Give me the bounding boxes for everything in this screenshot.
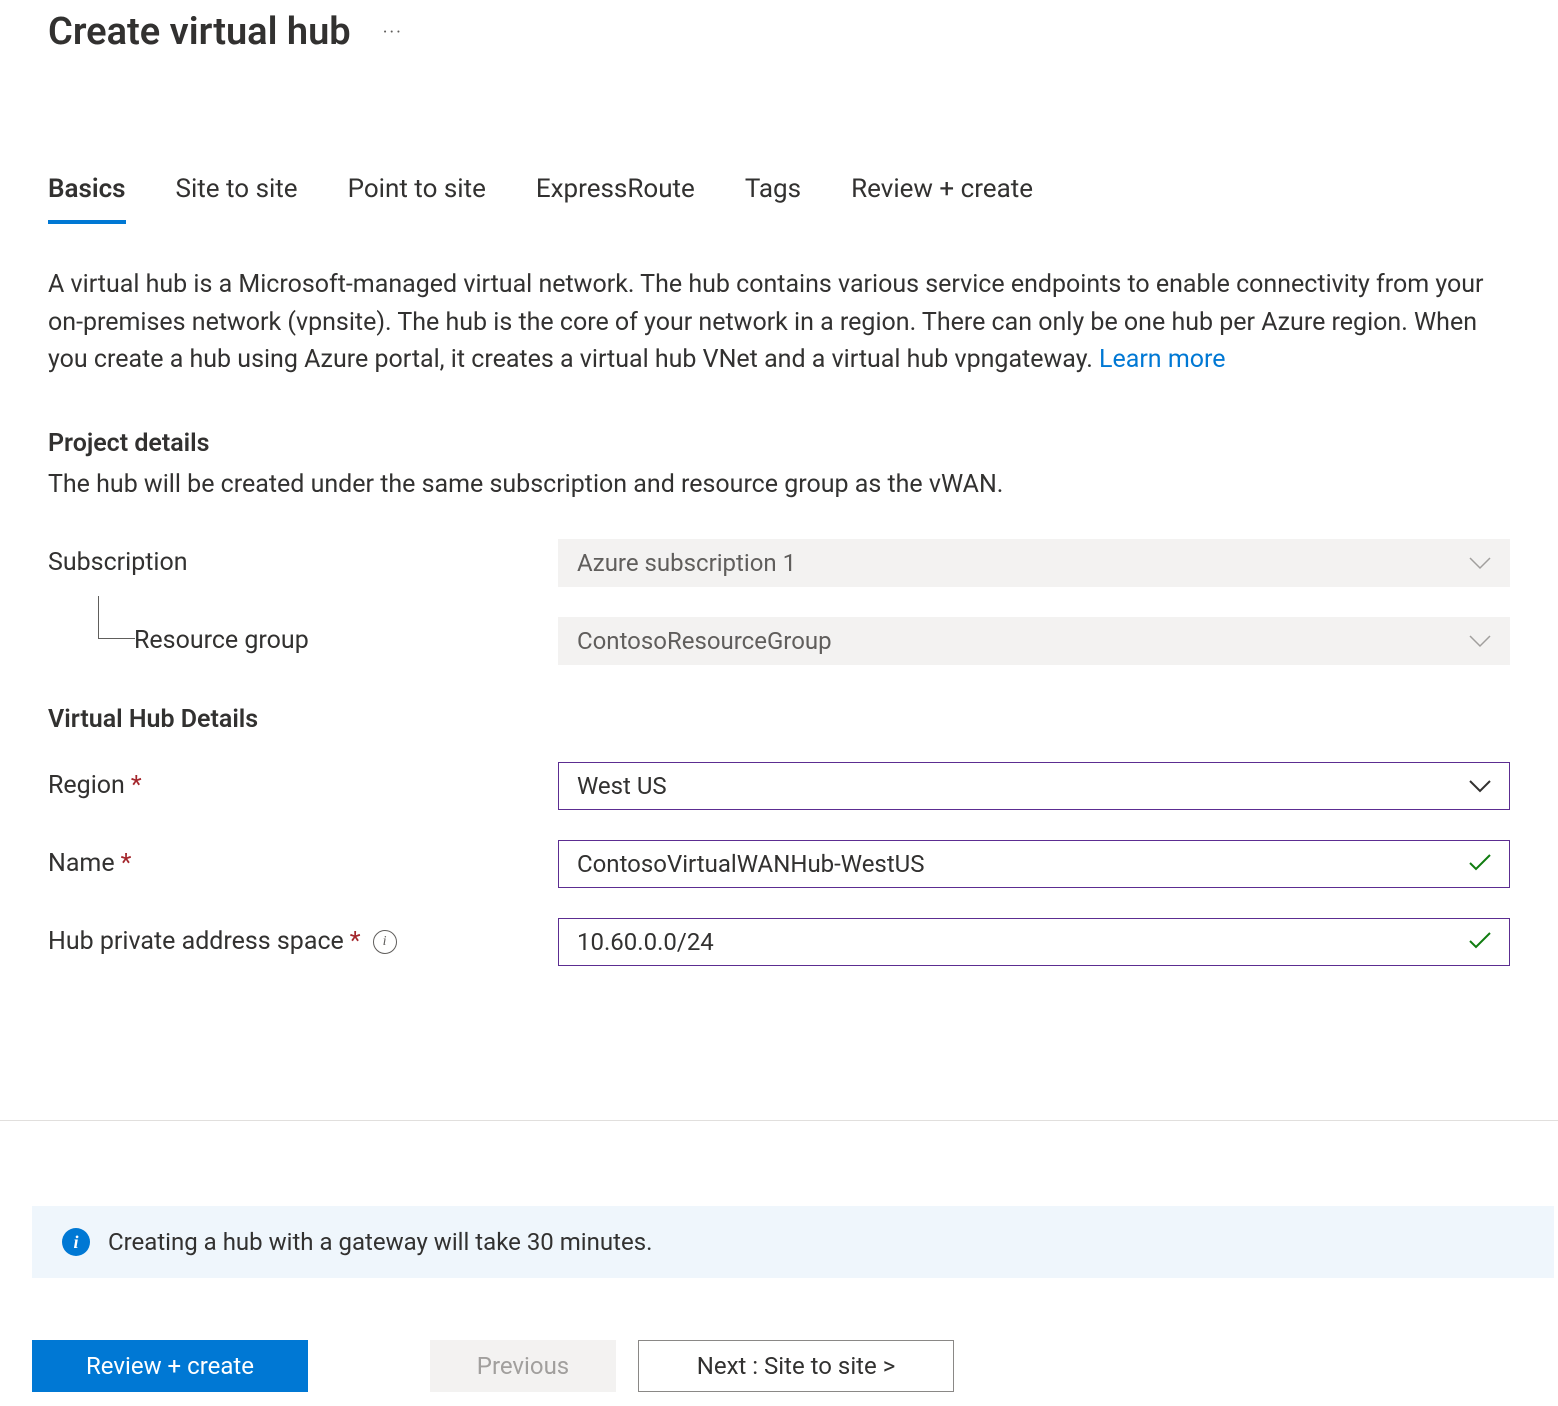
info-banner: i Creating a hub with a gateway will tak…: [32, 1206, 1554, 1278]
tab-tags[interactable]: Tags: [745, 174, 801, 224]
tab-expressroute[interactable]: ExpressRoute: [536, 174, 695, 224]
footer-buttons: Review + create Previous Next : Site to …: [32, 1340, 954, 1392]
label-resource-group: Resource group: [48, 626, 558, 655]
tab-label: Site to site: [176, 174, 298, 204]
page-header: Create virtual hub ···: [0, 0, 1558, 54]
more-menu-button[interactable]: ···: [383, 22, 403, 43]
name-input[interactable]: ContosoVirtualWANHub-WestUS: [558, 840, 1510, 888]
tab-label: Basics: [48, 174, 126, 204]
info-icon[interactable]: i: [373, 930, 397, 954]
previous-button: Previous: [430, 1340, 616, 1392]
label-name: Name *: [48, 849, 558, 878]
row-region: Region * West US: [48, 762, 1510, 810]
footer-separator: [0, 1120, 1558, 1121]
banner-text: Creating a hub with a gateway will take …: [108, 1228, 652, 1256]
virtual-hub-details-section: Virtual Hub Details Region * West US: [48, 705, 1510, 966]
label-region: Region *: [48, 771, 558, 800]
resource-group-value: ContosoResourceGroup: [577, 627, 832, 655]
review-create-button[interactable]: Review + create: [32, 1340, 308, 1392]
intro-paragraph: A virtual hub is a Microsoft-managed vir…: [48, 266, 1510, 379]
address-space-value: 10.60.0.0/24: [577, 928, 714, 956]
address-space-input[interactable]: 10.60.0.0/24: [558, 918, 1510, 966]
row-address-space: Hub private address space * i 10.60.0.0/…: [48, 918, 1510, 966]
row-resource-group: Resource group ContosoResourceGroup: [48, 617, 1510, 665]
chevron-down-icon: [1469, 549, 1491, 577]
label-address-space: Hub private address space * i: [48, 927, 558, 956]
subscription-value: Azure subscription 1: [577, 549, 796, 577]
tab-label: Review + create: [851, 174, 1033, 204]
required-star-icon: *: [131, 771, 142, 800]
label-subscription: Subscription: [48, 548, 558, 577]
section-heading-hub: Virtual Hub Details: [48, 705, 1510, 734]
tabs-bar: Basics Site to site Point to site Expres…: [0, 174, 1558, 224]
next-button[interactable]: Next : Site to site >: [638, 1340, 954, 1392]
resource-group-select: ContosoResourceGroup: [558, 617, 1510, 665]
name-value: ContosoVirtualWANHub-WestUS: [577, 850, 924, 878]
tab-label: Point to site: [348, 174, 486, 204]
tab-point-to-site[interactable]: Point to site: [348, 174, 486, 224]
row-subscription: Subscription Azure subscription 1: [48, 539, 1510, 587]
tree-branch-icon: [98, 596, 135, 639]
section-subtext-project: The hub will be created under the same s…: [48, 470, 1510, 499]
checkmark-icon: [1469, 928, 1491, 956]
region-select[interactable]: West US: [558, 762, 1510, 810]
required-star-icon: *: [350, 927, 361, 956]
subscription-select: Azure subscription 1: [558, 539, 1510, 587]
learn-more-link[interactable]: Learn more: [1099, 345, 1225, 374]
region-value: West US: [577, 772, 667, 800]
tab-basics[interactable]: Basics: [48, 174, 126, 224]
tab-review-create[interactable]: Review + create: [851, 174, 1033, 224]
tab-label: Tags: [745, 174, 801, 204]
section-heading-project: Project details: [48, 429, 1510, 458]
page-title: Create virtual hub: [48, 10, 351, 54]
row-name: Name * ContosoVirtualWANHub-WestUS: [48, 840, 1510, 888]
chevron-down-icon: [1469, 627, 1491, 655]
project-details-section: Project details The hub will be created …: [48, 429, 1510, 665]
info-circle-icon: i: [62, 1228, 90, 1256]
tab-label: ExpressRoute: [536, 174, 695, 204]
tab-site-to-site[interactable]: Site to site: [176, 174, 298, 224]
chevron-down-icon: [1469, 772, 1491, 800]
required-star-icon: *: [121, 849, 132, 878]
intro-text: A virtual hub is a Microsoft-managed vir…: [48, 270, 1484, 374]
checkmark-icon: [1469, 850, 1491, 878]
